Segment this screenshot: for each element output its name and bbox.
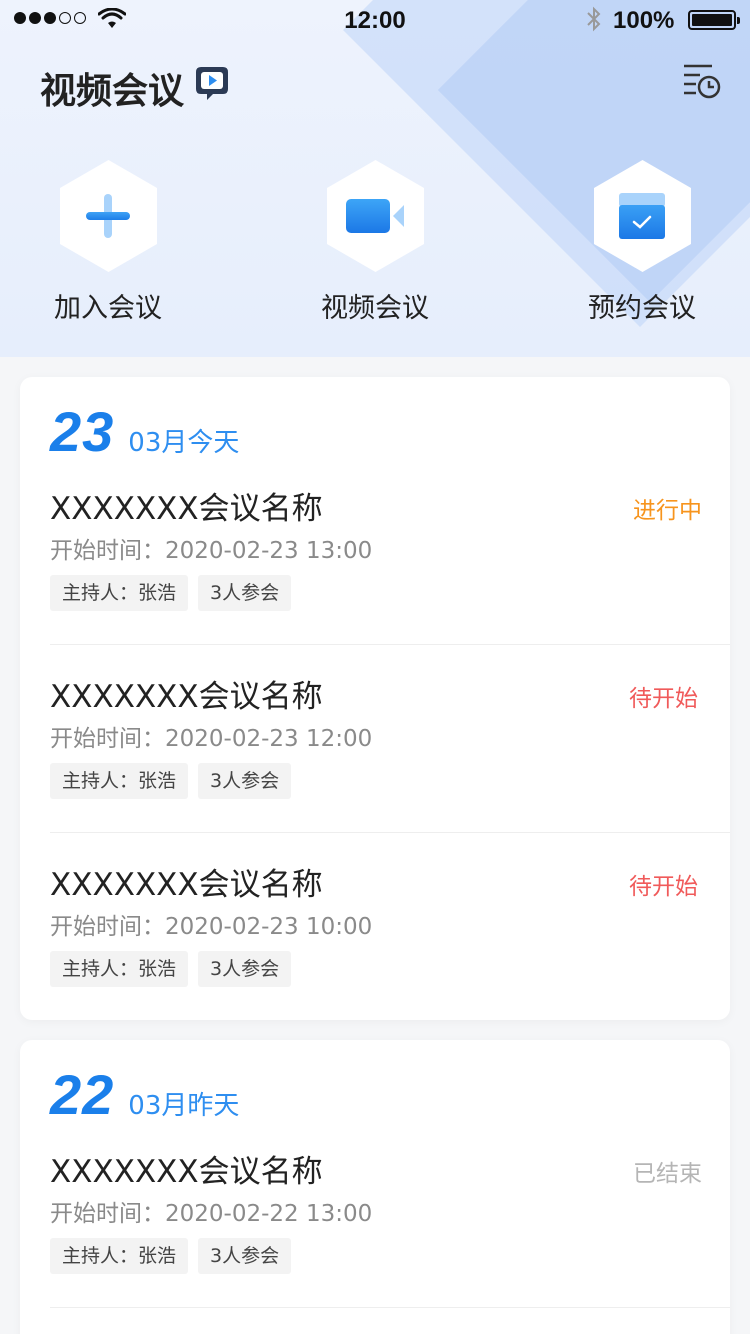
page-title: 视频会议: [40, 71, 185, 112]
meeting-group-card: 22 03月昨天 XXXXXXX会议名称 已结束 开始时间：2020-02-22…: [20, 1040, 730, 1334]
meeting-start-time: 开始时间：2020-02-23 13:00: [50, 538, 373, 564]
meeting-item[interactable]: XXXXXXX会议名称 待开始 开始时间：2020-02-23 12:00 主持…: [50, 671, 730, 859]
video-camera-icon: [346, 199, 404, 233]
divider: [50, 1307, 730, 1308]
meeting-item[interactable]: XXXXXXX会议名称 已结束 开始时间：2020-02-22 13:00 主持…: [50, 1146, 730, 1334]
host-tag: 主持人：张浩: [50, 951, 189, 987]
date-header: 23 03月今天: [50, 399, 240, 463]
battery-icon: [688, 10, 740, 30]
participants-tag: 3人参会: [198, 951, 292, 987]
meeting-name: XXXXXXX会议名称: [50, 1154, 323, 1190]
battery-percent: 100%: [613, 7, 675, 34]
meeting-name: XXXXXXX会议名称: [50, 491, 323, 527]
meeting-start-time: 开始时间：2020-02-23 10:00: [50, 914, 373, 940]
header: 12:00 100% 视频会议 加入会议 视频会议 预约会议: [0, 0, 750, 357]
meeting-history-icon[interactable]: [682, 62, 722, 100]
schedule-meeting-button[interactable]: 预约会议: [542, 160, 742, 325]
plus-icon: [86, 194, 130, 238]
meeting-item[interactable]: XXXXXXX会议名称 进行中 开始时间：2020-02-23 13:00 主持…: [50, 483, 730, 671]
date-header: 22 03月昨天: [50, 1062, 240, 1126]
date-day: 23: [50, 400, 115, 463]
app-logo-icon: [196, 67, 228, 100]
meeting-name: XXXXXXX会议名称: [50, 679, 323, 715]
meeting-group-card: 23 03月今天 XXXXXXX会议名称 进行中 开始时间：2020-02-23…: [20, 377, 730, 1020]
host-tag: 主持人：张浩: [50, 763, 189, 799]
join-meeting-button[interactable]: 加入会议: [8, 160, 208, 325]
meeting-start-time: 开始时间：2020-02-22 13:00: [50, 1201, 373, 1227]
date-subtitle: 03月今天: [128, 428, 240, 458]
date-day: 22: [50, 1063, 115, 1126]
meeting-status: 待开始: [629, 686, 698, 712]
host-tag: 主持人：张浩: [50, 1238, 189, 1274]
video-meeting-button[interactable]: 视频会议: [275, 160, 475, 325]
calendar-check-icon: [619, 193, 665, 239]
host-tag: 主持人：张浩: [50, 575, 189, 611]
video-meeting-label: 视频会议: [321, 293, 429, 324]
meeting-status: 已结束: [633, 1161, 702, 1187]
participants-tag: 3人参会: [198, 1238, 292, 1274]
divider: [50, 644, 730, 645]
divider: [50, 832, 730, 833]
date-subtitle: 03月昨天: [128, 1091, 240, 1121]
status-bar: 12:00 100%: [0, 0, 750, 40]
join-meeting-label: 加入会议: [54, 293, 162, 324]
meeting-start-time: 开始时间：2020-02-23 12:00: [50, 726, 373, 752]
meeting-item[interactable]: XXXXXXX会议名称 待开始 开始时间：2020-02-23 10:00 主持…: [50, 859, 730, 1047]
meeting-status: 进行中: [633, 498, 702, 524]
participants-tag: 3人参会: [198, 763, 292, 799]
meeting-name: XXXXXXX会议名称: [50, 867, 323, 903]
participants-tag: 3人参会: [198, 575, 292, 611]
meeting-status: 待开始: [629, 874, 698, 900]
bluetooth-icon: [587, 6, 601, 32]
schedule-meeting-label: 预约会议: [588, 293, 696, 324]
